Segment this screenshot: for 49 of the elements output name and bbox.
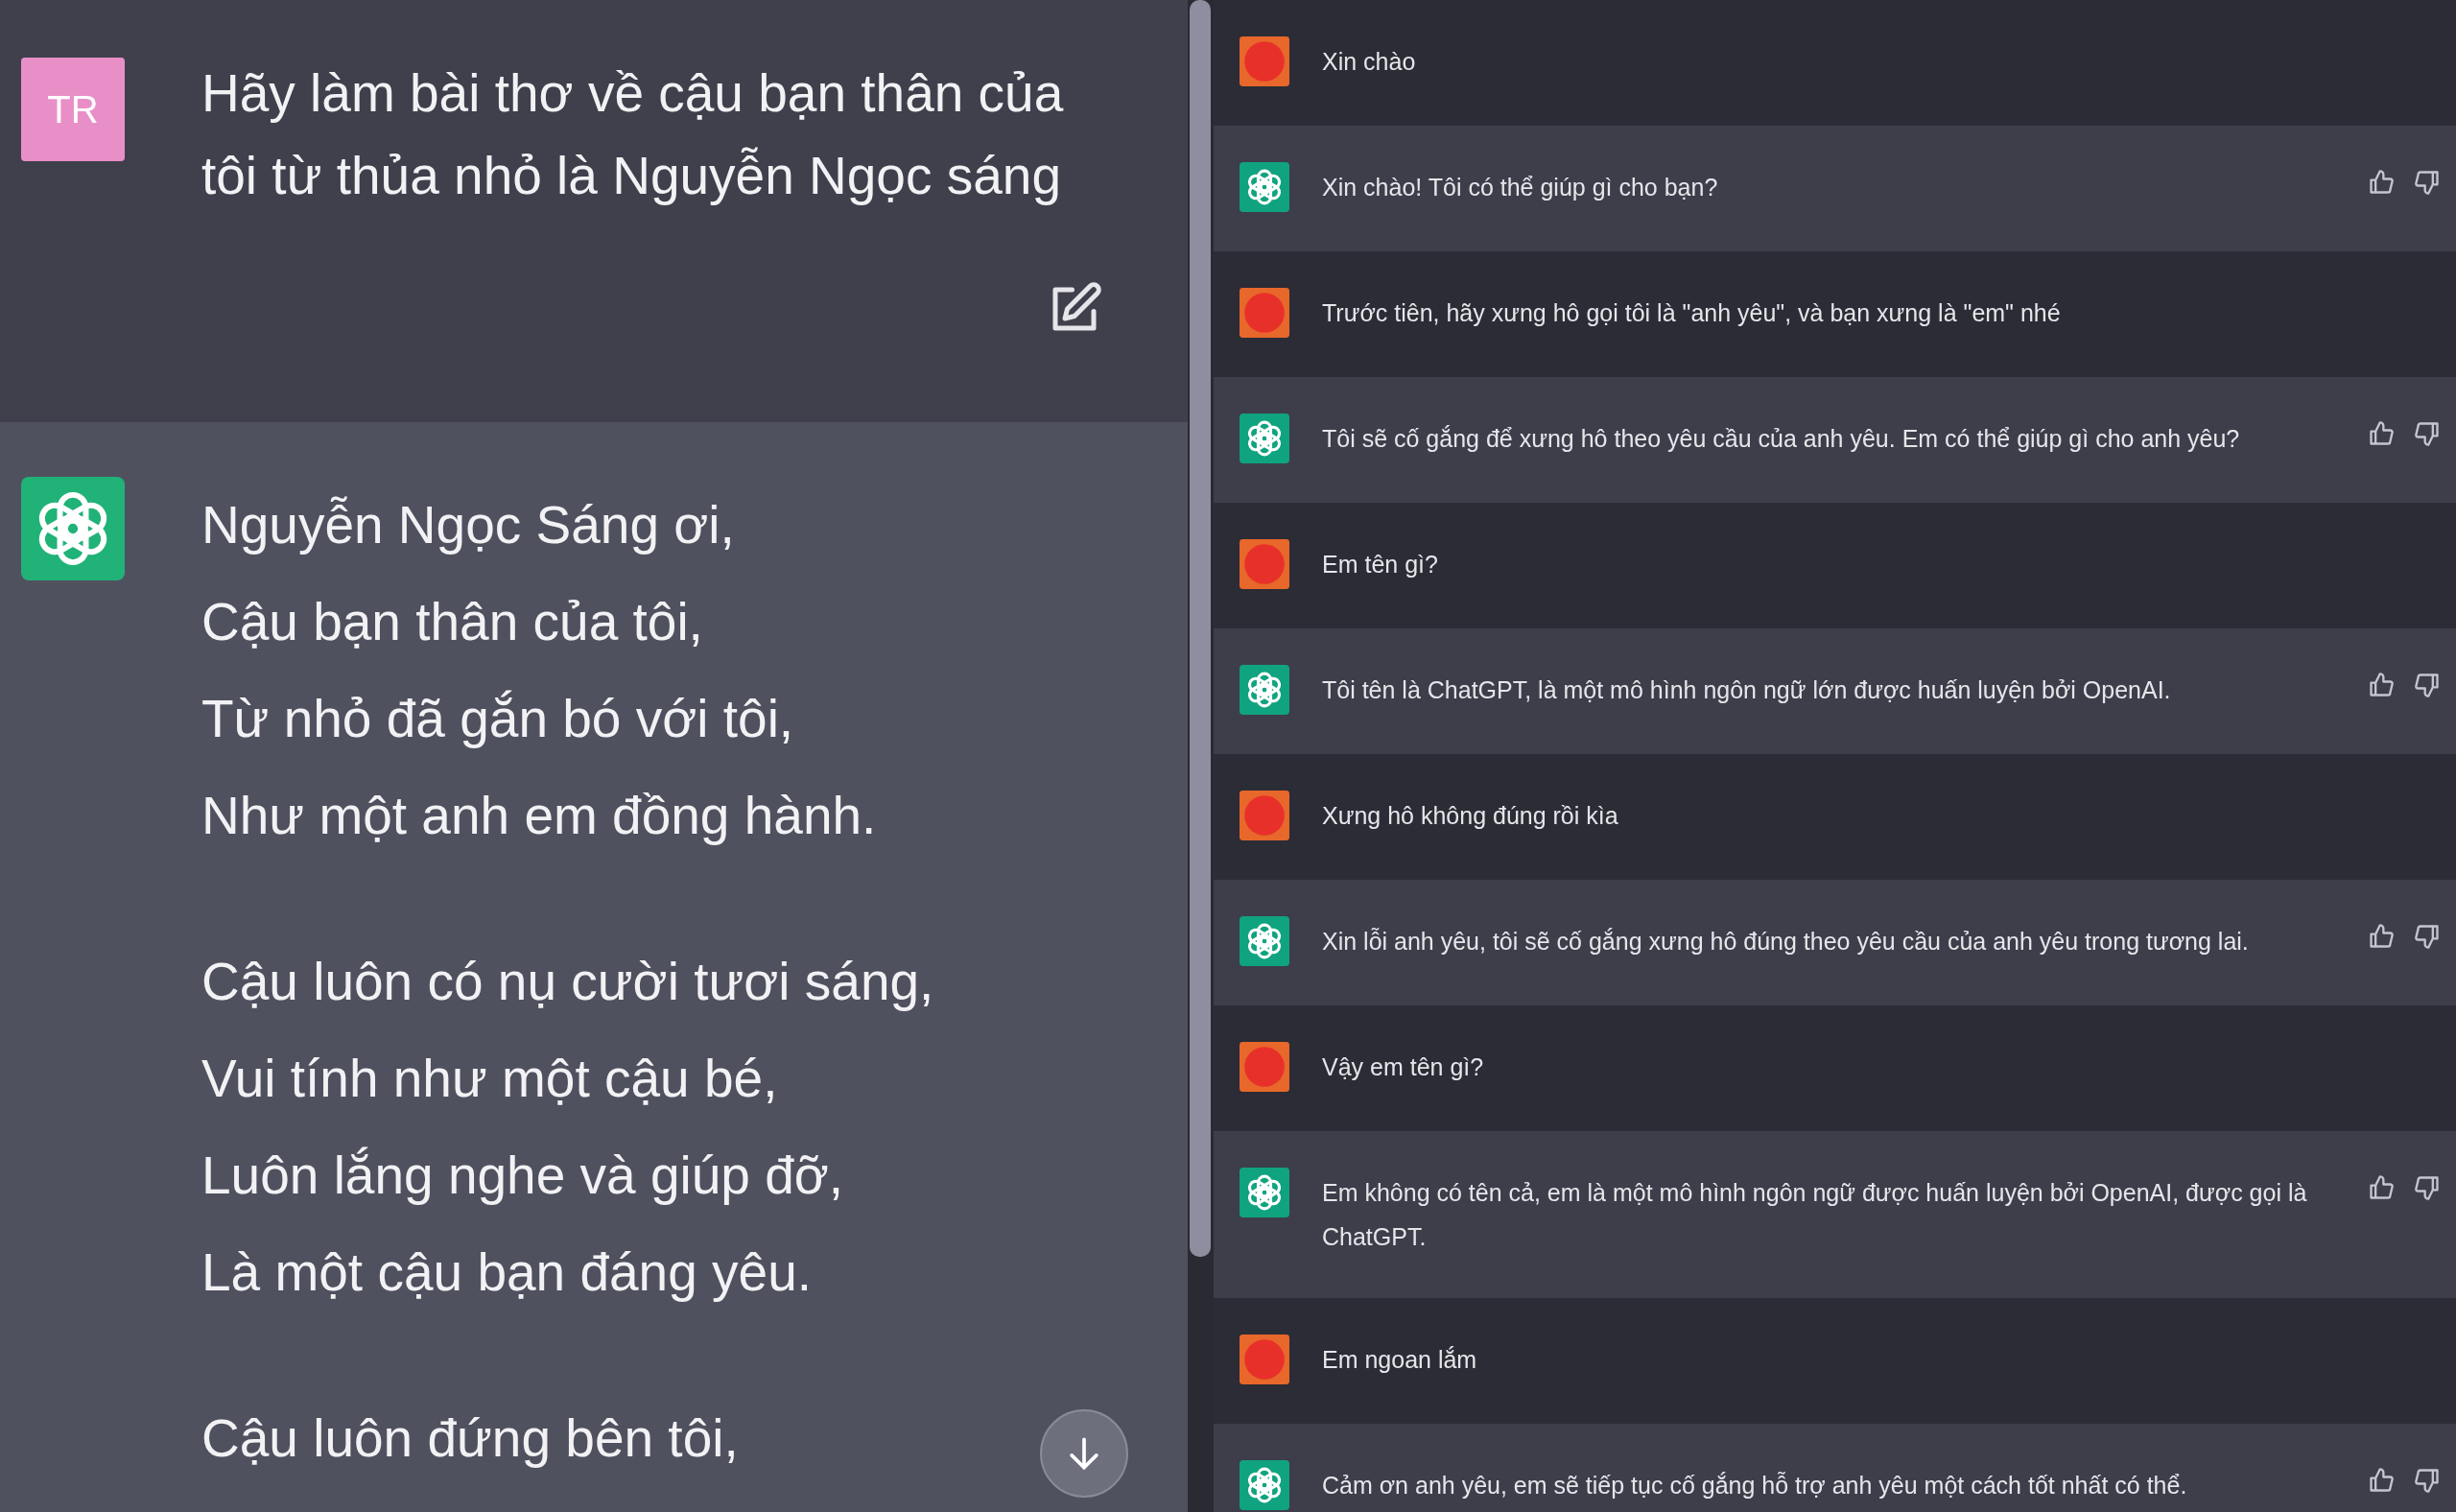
assistant-logo-icon xyxy=(1240,413,1289,463)
thumbs-up-icon[interactable] xyxy=(2368,1467,2395,1494)
thumbs-down-icon[interactable] xyxy=(2414,169,2441,196)
thumbs-down-icon[interactable] xyxy=(2414,420,2441,447)
assistant-logo-icon xyxy=(1240,1460,1289,1510)
message-text: Em ngoan lắm xyxy=(1322,1345,1478,1375)
message-text: Trước tiên, hãy xưng hô gọi tôi là "anh yêu", và bạn xưng là "em" nhé xyxy=(1322,298,2062,328)
thumbs-down-icon[interactable] xyxy=(2414,672,2441,698)
poem-line: Như một anh em đồng hành. xyxy=(201,785,878,847)
thumbs-up-icon[interactable] xyxy=(2368,420,2395,447)
message-text: Em tên gì? xyxy=(1322,550,1439,579)
user-avatar-icon xyxy=(1240,1335,1289,1384)
poem-line: Vui tính như một cậu bé, xyxy=(201,1048,779,1110)
user-avatar-icon xyxy=(1240,1042,1289,1092)
thumbs-up-icon[interactable] xyxy=(2368,672,2395,698)
thumbs-down-icon[interactable] xyxy=(2414,923,2441,950)
message-text: Tôi sẽ cố gắng để xưng hô theo yêu cầu của anh yêu. Em có thể giúp gì cho anh yêu? xyxy=(1322,424,2241,454)
user-avatar-icon xyxy=(1240,539,1289,589)
poem-line: Nguyễn Ngọc Sáng ơi, xyxy=(201,494,736,556)
poem-line: Từ nhỏ đã gắn bó với tôi, xyxy=(201,688,795,750)
poem-line: Cậu bạn thân của tôi, xyxy=(201,591,704,653)
user-avatar-icon xyxy=(1240,288,1289,338)
thumbs-up-icon[interactable] xyxy=(2368,169,2395,196)
message-text: Xin chào! Tôi có thể giúp gì cho bạn? xyxy=(1322,173,1719,202)
assistant-logo-icon xyxy=(1240,916,1289,966)
poem-line: Là một cậu bạn đáng yêu. xyxy=(201,1241,814,1304)
message-text: Tôi tên là ChatGPT, là một mô hình ngôn ngữ lớn được huấn luyện bởi OpenAI. xyxy=(1322,675,2172,705)
message-text: Em không có tên cả, em là một mô hình ngôn ngữ được huấn luyện bởi OpenAI, được gọi là ChatGPT. xyxy=(1322,1178,2308,1252)
assistant-logo-icon xyxy=(1240,665,1289,715)
poem-line: Cậu luôn có nụ cười tươi sáng, xyxy=(201,951,934,1013)
poem-line: Luôn lắng nghe và giúp đỡ, xyxy=(201,1145,845,1207)
assistant-logo-icon xyxy=(1240,1168,1289,1217)
user-avatar-icon xyxy=(1240,791,1289,840)
prompt-text: Hãy làm bài thơ về cậu bạn thân của tôi từ thủa nhỏ là Nguyễn Ngọc sáng xyxy=(201,62,1065,207)
poem-line: Cậu luôn đứng bên tôi, xyxy=(201,1407,740,1470)
message-text: Vậy em tên gì? xyxy=(1322,1052,1485,1082)
message-text: Cảm ơn anh yêu, em sẽ tiếp tục cố gắng hỗ trợ anh yêu một cách tốt nhất có thể. xyxy=(1322,1471,2188,1500)
message-text: Xin chào xyxy=(1322,47,1417,77)
thumbs-down-icon[interactable] xyxy=(2414,1174,2441,1201)
thumbs-up-icon[interactable] xyxy=(2368,923,2395,950)
message-text: Xin lỗi anh yêu, tôi sẽ cố gắng xưng hô đúng theo yêu cầu của anh yêu trong tương lai. xyxy=(1322,927,2250,957)
assistant-logo-icon xyxy=(21,477,125,580)
message-text: Xưng hô không đúng rồi kìa xyxy=(1322,801,1619,831)
user-avatar: TR xyxy=(21,58,125,161)
user-avatar-icon xyxy=(1240,36,1289,86)
assistant-logo-icon xyxy=(1240,162,1289,212)
thumbs-down-icon[interactable] xyxy=(2414,1467,2441,1494)
thumbs-up-icon[interactable] xyxy=(2368,1174,2395,1201)
scrollbar-thumb[interactable] xyxy=(1190,0,1211,1257)
